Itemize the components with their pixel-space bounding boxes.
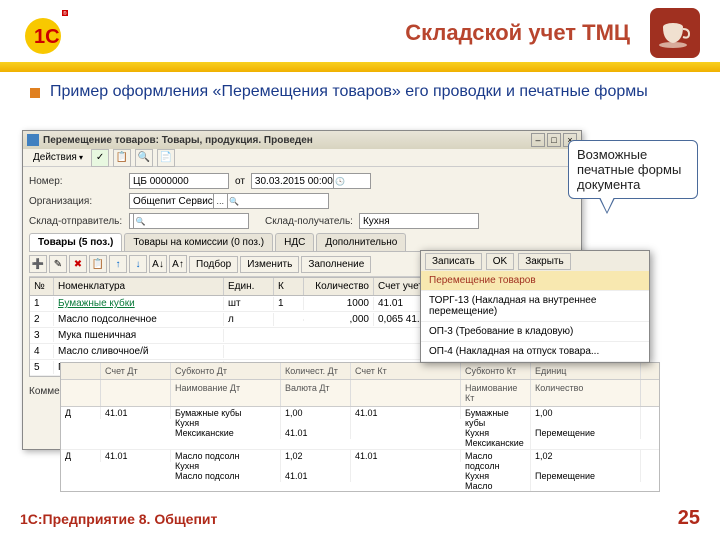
callout-arrow-icon bbox=[599, 198, 615, 214]
date-picker-icon[interactable]: 🕓 bbox=[333, 174, 347, 188]
menubar: Действия ✓ 📋 🔍 📄 bbox=[23, 149, 581, 167]
col-nom[interactable]: Номенклатура bbox=[54, 278, 224, 295]
add-icon[interactable]: ➕ bbox=[29, 255, 47, 273]
acc-row[interactable]: Д41.01Бумажные кубыКухняМексиканские1,00… bbox=[61, 407, 659, 450]
zakryt-button[interactable]: Закрыть bbox=[518, 253, 571, 270]
acc-row[interactable]: Д41.01Масло подсолнКухняМасло подсолн1,0… bbox=[61, 450, 659, 492]
tb-icon-1[interactable]: ✓ bbox=[91, 149, 109, 167]
col-qty[interactable]: Количество bbox=[304, 278, 374, 295]
zapisat-button[interactable]: Записать bbox=[425, 253, 482, 270]
org-label: Организация: bbox=[29, 196, 123, 207]
callout: Возможные печатные формы документа bbox=[568, 140, 698, 199]
maximize-button[interactable]: □ bbox=[547, 133, 561, 147]
bullet-row: Пример оформления «Перемещения товаров» … bbox=[0, 72, 720, 113]
bullet-text: Пример оформления «Перемещения товаров» … bbox=[50, 82, 648, 103]
lookup-icon[interactable]: 🔍 bbox=[133, 214, 147, 228]
delete-icon[interactable]: ✖ bbox=[69, 255, 87, 273]
sklad-to-label: Склад-получатель: bbox=[255, 216, 353, 227]
tb-icon-3[interactable]: 🔍 bbox=[135, 149, 153, 167]
print-item-0[interactable]: Перемещение товаров bbox=[421, 271, 649, 291]
titlebar: Перемещение товаров: Товары, продукция. … bbox=[23, 131, 581, 149]
podbor-button[interactable]: Подбор bbox=[189, 256, 238, 273]
org-input[interactable]: Общепит Сервис…🔍 bbox=[129, 193, 329, 209]
open-icon[interactable]: 🔍 bbox=[227, 194, 241, 208]
lookup-icon[interactable]: … bbox=[213, 194, 227, 208]
sklad-to-input[interactable]: Кухня bbox=[359, 213, 479, 229]
coffee-icon bbox=[650, 8, 700, 58]
tab-nds[interactable]: НДС bbox=[275, 233, 314, 251]
print-menu: Записать OK Закрыть Перемещение товаров … bbox=[420, 250, 650, 363]
page-number: 25 bbox=[678, 507, 700, 530]
slide-footer: 1С:Предприятие 8. Общепит 25 bbox=[20, 507, 700, 530]
footer-left: 1С:Предприятие 8. Общепит bbox=[20, 511, 217, 527]
slide-header: 1С ® Складской учет ТМЦ bbox=[0, 0, 720, 58]
print-item-1[interactable]: ТОРГ-13 (Накладная на внутреннее перемещ… bbox=[421, 291, 649, 322]
nomer-input[interactable]: ЦБ 0000000 bbox=[129, 173, 229, 189]
ot-label: от bbox=[235, 176, 245, 187]
brand-band bbox=[0, 62, 720, 72]
bullet-icon bbox=[30, 88, 40, 98]
edit-icon[interactable]: ✎ bbox=[49, 255, 67, 273]
copy-icon[interactable]: 📋 bbox=[89, 255, 107, 273]
tab-dop[interactable]: Дополнительно bbox=[316, 233, 406, 251]
sort-za-icon[interactable]: A↑ bbox=[169, 255, 187, 273]
sklad-from-label: Склад-отправитель: bbox=[29, 216, 123, 227]
tb-icon-4[interactable]: 📄 bbox=[157, 149, 175, 167]
minimize-button[interactable]: – bbox=[531, 133, 545, 147]
col-k[interactable]: К bbox=[274, 278, 304, 295]
down-icon[interactable]: ↓ bbox=[129, 255, 147, 273]
sklad-from-input[interactable]: 🔍 bbox=[129, 213, 249, 229]
print-item-3[interactable]: ОП-4 (Накладная на отпуск товара... bbox=[421, 342, 649, 362]
print-item-2[interactable]: ОП-3 (Требование в кладовую) bbox=[421, 322, 649, 342]
tab-tovary[interactable]: Товары (5 поз.) bbox=[29, 233, 122, 251]
slide-title: Складской учет ТМЦ bbox=[70, 20, 650, 46]
logo-1c: 1С ® bbox=[20, 8, 70, 58]
up-icon[interactable]: ↑ bbox=[109, 255, 127, 273]
col-ed[interactable]: Един. bbox=[224, 278, 274, 295]
zapolnit-button[interactable]: Заполнение bbox=[301, 256, 371, 273]
accounting-grid: Счет Дт Субконто Дт Количест. Дт Счет Кт… bbox=[60, 362, 660, 492]
tb-icon-2[interactable]: 📋 bbox=[113, 149, 131, 167]
menu-actions[interactable]: Действия bbox=[29, 151, 87, 164]
nomer-label: Номер: bbox=[29, 176, 123, 187]
window-icon bbox=[27, 134, 39, 146]
tab-komissii[interactable]: Товары на комиссии (0 поз.) bbox=[124, 233, 273, 251]
col-n[interactable]: № bbox=[30, 278, 54, 295]
window-title: Перемещение товаров: Товары, продукция. … bbox=[43, 135, 529, 146]
svg-text:®: ® bbox=[63, 10, 67, 17]
svg-text:1С: 1С bbox=[34, 26, 60, 48]
date-input[interactable]: 30.03.2015 00:00🕓 bbox=[251, 173, 371, 189]
izmenit-button[interactable]: Изменить bbox=[240, 256, 299, 273]
ok-button[interactable]: OK bbox=[486, 253, 514, 270]
sort-az-icon[interactable]: A↓ bbox=[149, 255, 167, 273]
